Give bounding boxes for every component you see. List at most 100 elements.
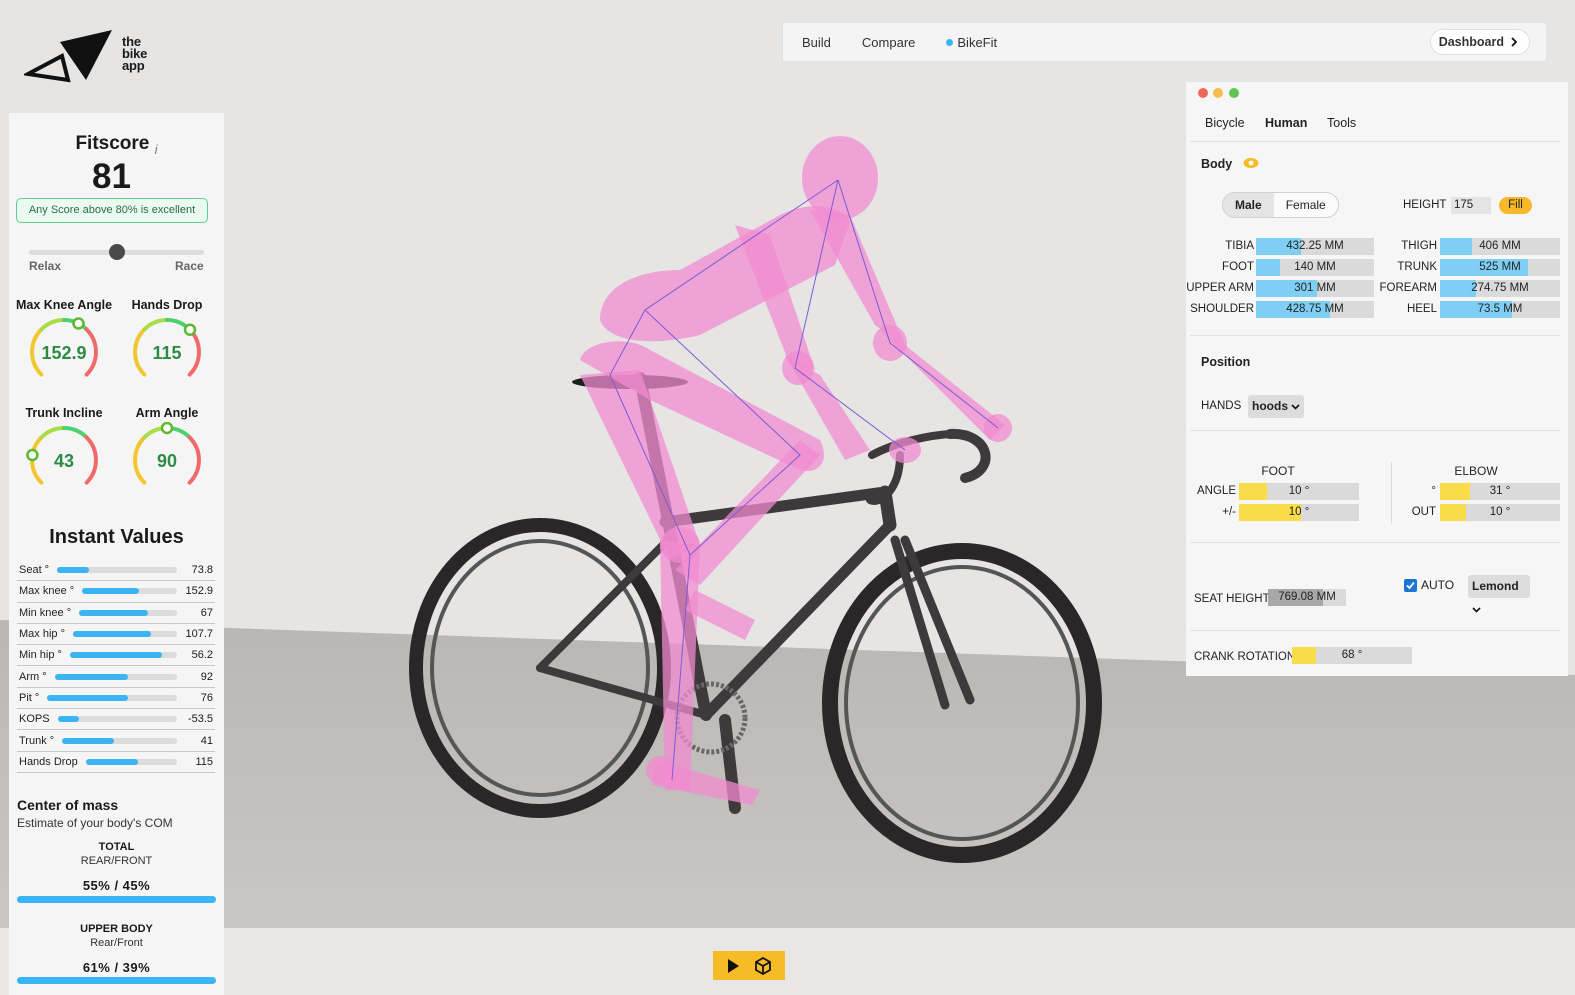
instant-value-number: 92	[200, 670, 213, 683]
height-label: HEIGHT	[1403, 199, 1447, 211]
measurement-value: 406 MM	[1479, 240, 1521, 252]
nav-compare[interactable]: Compare	[862, 35, 915, 50]
nav-build[interactable]: Build	[802, 35, 831, 50]
instant-value-label: Max knee °	[19, 585, 75, 598]
com-upper-bar	[17, 977, 216, 984]
tab-human[interactable]: Human	[1265, 116, 1307, 130]
gender-toggle: Male Female	[1222, 192, 1339, 218]
measurement-label: TRUNK	[1397, 261, 1437, 273]
measurement-slider[interactable]: 10 °	[1239, 504, 1359, 521]
app-logo[interactable]: the bike app	[24, 28, 147, 84]
instant-value-number: 76	[200, 691, 213, 704]
instant-value-fill	[62, 737, 114, 744]
measurement-label: ANGLE	[1197, 485, 1236, 497]
com-upper-value: 61% / 39%	[82, 960, 151, 975]
measurement-slider[interactable]: 31 °	[1440, 483, 1560, 500]
measurement-value: 31 °	[1489, 485, 1511, 497]
seat-method-select[interactable]: Lemond	[1468, 575, 1530, 613]
measurement-value: 301 MM	[1294, 282, 1336, 294]
eye-icon[interactable]	[1243, 157, 1259, 169]
instant-value-number: -53.5	[187, 713, 213, 726]
play-icon[interactable]	[726, 958, 740, 974]
gender-male-option[interactable]: Male	[1223, 193, 1274, 217]
com-total-bar	[17, 896, 216, 903]
gauge-dial: 152.9	[30, 317, 98, 377]
instant-value-track	[47, 694, 177, 701]
playback-toolbar	[713, 951, 785, 980]
instant-value-label: Min knee °	[19, 606, 72, 619]
instant-value-row: Max knee ° 152.9	[17, 581, 215, 603]
slider-thumb[interactable]	[108, 244, 125, 260]
auto-checkbox[interactable]: AUTO	[1404, 578, 1454, 592]
cube-icon[interactable]	[754, 956, 772, 975]
instant-value-fill	[57, 567, 90, 574]
measurement-slider[interactable]: 432.25 MM	[1256, 238, 1374, 255]
tab-bicycle[interactable]: Bicycle	[1205, 116, 1245, 130]
info-icon[interactable]: i	[155, 142, 158, 157]
measurement-slider[interactable]: 525 MM	[1440, 259, 1560, 276]
logo-wordmark: the bike app	[122, 34, 148, 73]
measurement-slider[interactable]: 140 MM	[1256, 259, 1374, 276]
measurement-value: 432.25 MM	[1286, 240, 1344, 252]
instant-value-row: Seat ° 73.8	[17, 560, 215, 582]
window-maximize-dot[interactable]	[1229, 88, 1239, 98]
divider	[1190, 141, 1560, 142]
dashboard-button[interactable]: Dashboard	[1429, 29, 1530, 55]
measurement-slider[interactable]: 10 °	[1440, 504, 1560, 521]
instant-value-track	[79, 609, 177, 616]
measurement-label: °	[1431, 485, 1436, 497]
seat-height-slider[interactable]: 769.08 MM	[1268, 589, 1346, 606]
measurement-label: UPPER ARM	[1186, 282, 1254, 294]
instant-value-label: KOPS	[19, 713, 50, 726]
instant-value-fill	[54, 673, 129, 680]
measurement-label: +/-	[1222, 506, 1236, 518]
gauge-marker	[183, 323, 197, 336]
chevron-right-icon	[1511, 37, 1518, 47]
gauge-marker	[26, 448, 39, 462]
fill-button[interactable]: Fill	[1499, 197, 1532, 214]
instant-values-list: Seat ° 73.8 Max knee ° 152.9 Min knee ° 67 Max…	[17, 560, 215, 773]
window-minimize-dot[interactable]	[1213, 88, 1223, 98]
instant-values-title: Instant Values	[49, 526, 184, 548]
instant-value-fill	[82, 588, 140, 595]
height-input[interactable]: 175	[1451, 197, 1491, 214]
instant-value-label: Min hip °	[19, 649, 62, 662]
com-upper-sub: Rear/Front	[90, 937, 143, 949]
measurement-label: FOOT	[1222, 261, 1254, 273]
top-nav: Build Compare BikeFit Dashboard	[782, 22, 1547, 62]
gender-female-option[interactable]: Female	[1274, 193, 1338, 217]
elbow-column-title: ELBOW	[1454, 464, 1498, 478]
measurement-slider[interactable]: 274.75 MM	[1440, 280, 1560, 297]
instant-value-row: KOPS -53.5	[17, 709, 215, 731]
tab-tools[interactable]: Tools	[1327, 116, 1356, 130]
chevron-down-icon	[1291, 404, 1300, 410]
active-dot-icon	[946, 38, 954, 46]
body-section-title: Body	[1201, 157, 1233, 171]
nav-bikefit[interactable]: BikeFit	[946, 35, 997, 50]
measurement-value: 73.5 MM	[1477, 303, 1523, 315]
hands-select[interactable]: hoods	[1248, 395, 1304, 418]
measurement-fill	[1440, 238, 1473, 255]
gauge-marker	[72, 317, 85, 330]
gauge-max-knee-angle: Max Knee Angle 152.9	[14, 298, 114, 388]
instant-value-label: Max hip °	[19, 628, 65, 641]
measurement-slider[interactable]: 406 MM	[1440, 238, 1560, 255]
measurement-slider[interactable]: 73.5 MM	[1440, 301, 1560, 318]
gauge-title: Max Knee Angle	[15, 298, 113, 312]
instant-value-label: Seat °	[19, 564, 50, 577]
measurement-value: 140 MM	[1294, 261, 1336, 273]
instant-value-track	[82, 588, 177, 595]
measurement-label: SHOULDER	[1190, 303, 1254, 315]
slider-label-relax: Relax	[29, 259, 62, 273]
measurement-slider[interactable]: 301 MM	[1256, 280, 1374, 297]
com-subtitle: Estimate of your body's COM	[17, 816, 173, 830]
instant-value-number: 107.7	[185, 628, 213, 641]
instant-value-number: 67	[200, 606, 213, 619]
measurement-slider[interactable]: 428.75 MM	[1256, 301, 1374, 318]
gauge-dial: 43	[26, 426, 98, 485]
crank-rotation-slider[interactable]: 68 °	[1292, 647, 1412, 664]
instant-value-number: 115	[195, 755, 213, 768]
instant-value-label: Pit °	[19, 691, 40, 704]
measurement-slider[interactable]: 10 °	[1239, 483, 1359, 500]
window-close-dot[interactable]	[1198, 88, 1208, 98]
